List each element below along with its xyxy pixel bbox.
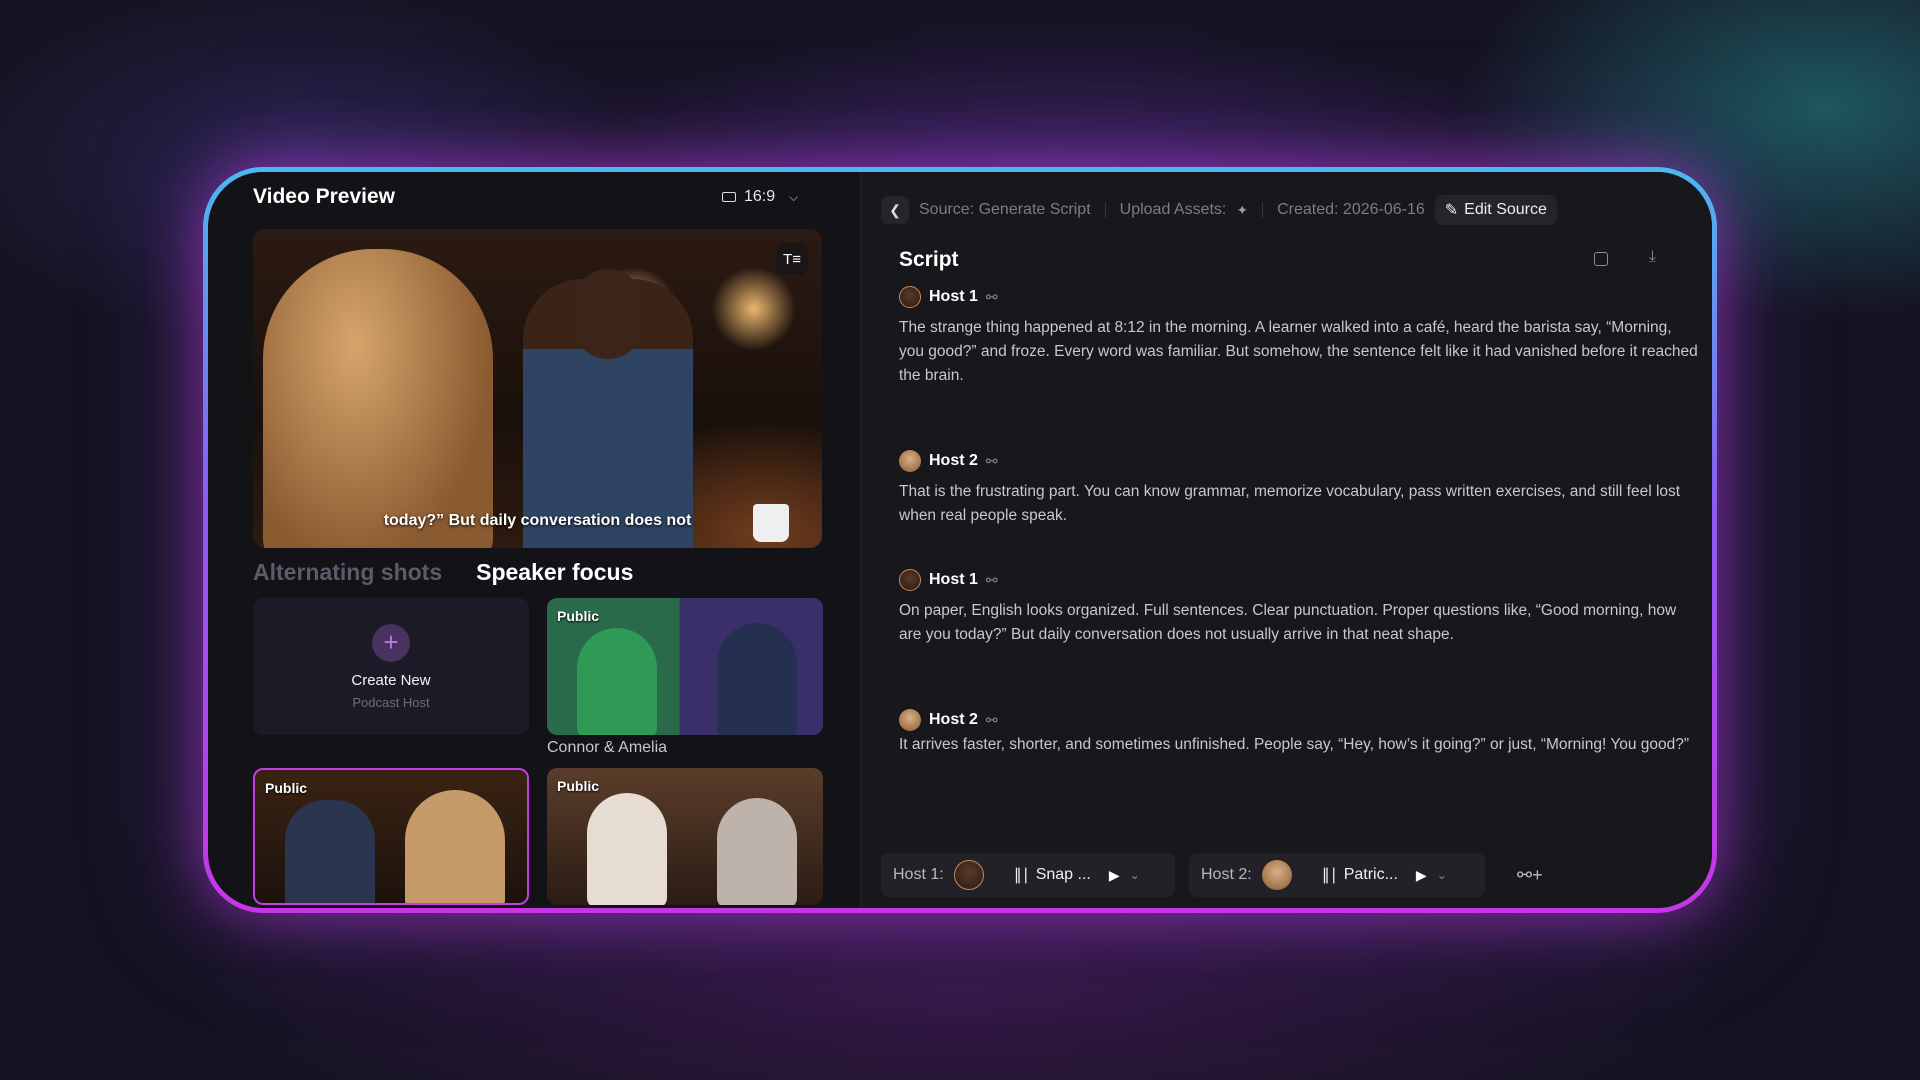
tab-speaker-focus[interactable]: Speaker focus	[476, 559, 633, 586]
waveform-icon: ∥∣	[1013, 867, 1030, 884]
create-new-host-card[interactable]: + Create New Podcast Host	[253, 598, 529, 735]
script-block: Host 1 ⚯ On paper, English looks organiz…	[899, 569, 1699, 647]
panel-title: Video Preview	[253, 185, 396, 208]
person-icon[interactable]: ⚯	[986, 572, 998, 589]
avatar	[899, 569, 921, 591]
speaker-name: Host 1	[929, 288, 978, 305]
voice-name: ∥∣ Snap ...	[1014, 865, 1091, 885]
host-label: Host 1:	[893, 866, 944, 883]
host-thumbnail-selected[interactable]: Public	[253, 768, 529, 905]
shot-mode-tabs: Alternating shots Speaker focus	[253, 559, 633, 586]
chevron-down-icon[interactable]: ⌄	[1130, 868, 1140, 882]
host-label: Host 2:	[1201, 866, 1252, 883]
script-text[interactable]: That is the frustrating part. You can kn…	[899, 480, 1699, 528]
speaker-row: Host 2 ⚯	[899, 450, 1699, 472]
script-title: Script	[899, 248, 959, 271]
person-icon[interactable]: ⚯	[986, 712, 998, 729]
avatar	[899, 450, 921, 472]
thumbnail-person	[587, 793, 667, 905]
edit-source-button[interactable]: ✎ Edit Source	[1434, 195, 1557, 225]
copy-icon[interactable]	[1594, 252, 1608, 266]
preview-person-head	[573, 269, 643, 359]
tab-alternating-shots[interactable]: Alternating shots	[253, 559, 442, 586]
host-thumbnail[interactable]: Public	[547, 768, 823, 905]
script-text[interactable]: The strange thing happened at 8:12 in th…	[899, 316, 1699, 388]
thumbnail-person	[577, 628, 657, 735]
video-subtitle: today?” But daily conversation does not	[383, 512, 692, 529]
host-thumbnail-connor-amelia[interactable]: Public	[547, 598, 823, 735]
thumbnail-person	[285, 800, 375, 903]
speaker-name: Host 2	[929, 452, 978, 469]
chevron-down-icon[interactable]: ⌄	[1437, 868, 1447, 882]
video-preview-panel: Video Preview 16:9 ⌵ T≡ today?” But dail…	[208, 172, 860, 908]
app-frame: Video Preview 16:9 ⌵ T≡ today?” But dail…	[203, 167, 1717, 913]
plus-icon: +	[372, 623, 410, 662]
create-card-title: Create New	[351, 671, 431, 689]
script-text[interactable]: It arrives faster, shorter, and sometime…	[899, 733, 1699, 757]
host-1-voice-selector[interactable]: Host 1: ∥∣ Snap ... ▶ ⌄	[881, 853, 1175, 897]
public-badge: Public	[557, 778, 600, 794]
edit-source-label: Edit Source	[1464, 201, 1547, 218]
thumbnail-person	[717, 798, 797, 905]
edit-icon: ✎	[1444, 202, 1459, 219]
script-panel: ❮ Source: Generate Script Upload Assets:…	[860, 172, 1712, 908]
divider	[1104, 202, 1106, 218]
person-icon[interactable]: ⚯	[986, 453, 998, 470]
avatar	[899, 709, 921, 731]
script-block: Host 2 ⚯ It arrives faster, shorter, and…	[899, 709, 1699, 757]
speaker-row: Host 1 ⚯	[899, 569, 1699, 591]
public-badge: Public	[557, 608, 600, 624]
avatar	[1261, 860, 1292, 890]
thumbnail-person	[717, 623, 797, 735]
script-block: Host 2 ⚯ That is the frustrating part. Y…	[899, 450, 1699, 528]
script-block: Host 1 ⚯ The strange thing happened at 8…	[899, 286, 1699, 388]
avatar	[899, 286, 921, 308]
captions-icon[interactable]: T≡	[776, 243, 808, 275]
add-person-icon[interactable]: ⚯+	[1517, 865, 1543, 886]
app-window: Video Preview 16:9 ⌵ T≡ today?” But dail…	[208, 172, 1712, 908]
public-badge: Public	[265, 780, 308, 796]
aspect-ratio-icon	[722, 192, 736, 202]
voice-label: Patric...	[1343, 866, 1398, 883]
play-icon[interactable]: ▶	[1416, 867, 1427, 884]
chevron-down-icon: ⌵	[789, 189, 799, 204]
person-icon[interactable]: ⚯	[986, 289, 998, 306]
voice-label: Snap ...	[1035, 866, 1091, 883]
breadcrumb-created: Created: 2026-06-16	[1277, 201, 1425, 218]
aspect-ratio-dropdown[interactable]: 16:9 ⌵	[722, 188, 798, 206]
thumbnail-person	[405, 790, 505, 903]
speaker-row: Host 1 ⚯	[899, 286, 1699, 308]
breadcrumb: ❮ Source: Generate Script Upload Assets:…	[881, 195, 1557, 225]
play-icon[interactable]: ▶	[1109, 867, 1120, 884]
back-icon[interactable]: ❮	[881, 196, 909, 224]
create-card-subtitle: Podcast Host	[352, 694, 430, 710]
preview-person-left	[263, 249, 493, 548]
download-icon[interactable]: ⤓	[1649, 248, 1656, 266]
speaker-name: Host 1	[929, 571, 978, 588]
waveform-icon: ∥∣	[1321, 867, 1338, 884]
speaker-name: Host 2	[929, 711, 978, 728]
voice-selector-bar: Host 1: ∥∣ Snap ... ▶ ⌄ Host 2: ∥∣ Patri…	[881, 853, 1543, 897]
script-text[interactable]: On paper, English looks organized. Full …	[899, 599, 1699, 647]
sparkle-icon: ✦	[1236, 201, 1249, 218]
speaker-row: Host 2 ⚯	[899, 709, 1699, 731]
breadcrumb-upload[interactable]: Upload Assets:	[1120, 201, 1227, 219]
thumbnail-label: Connor & Amelia	[547, 739, 668, 756]
aspect-ratio-value: 16:9	[744, 188, 776, 205]
host-2-voice-selector[interactable]: Host 2: ∥∣ Patric... ▶ ⌄	[1189, 853, 1485, 897]
divider	[1262, 202, 1264, 218]
avatar	[953, 860, 984, 890]
video-player[interactable]: T≡ today?” But daily conversation does n…	[253, 229, 822, 548]
breadcrumb-source[interactable]: Source: Generate Script	[919, 201, 1091, 219]
voice-name: ∥∣ Patric...	[1322, 865, 1398, 885]
